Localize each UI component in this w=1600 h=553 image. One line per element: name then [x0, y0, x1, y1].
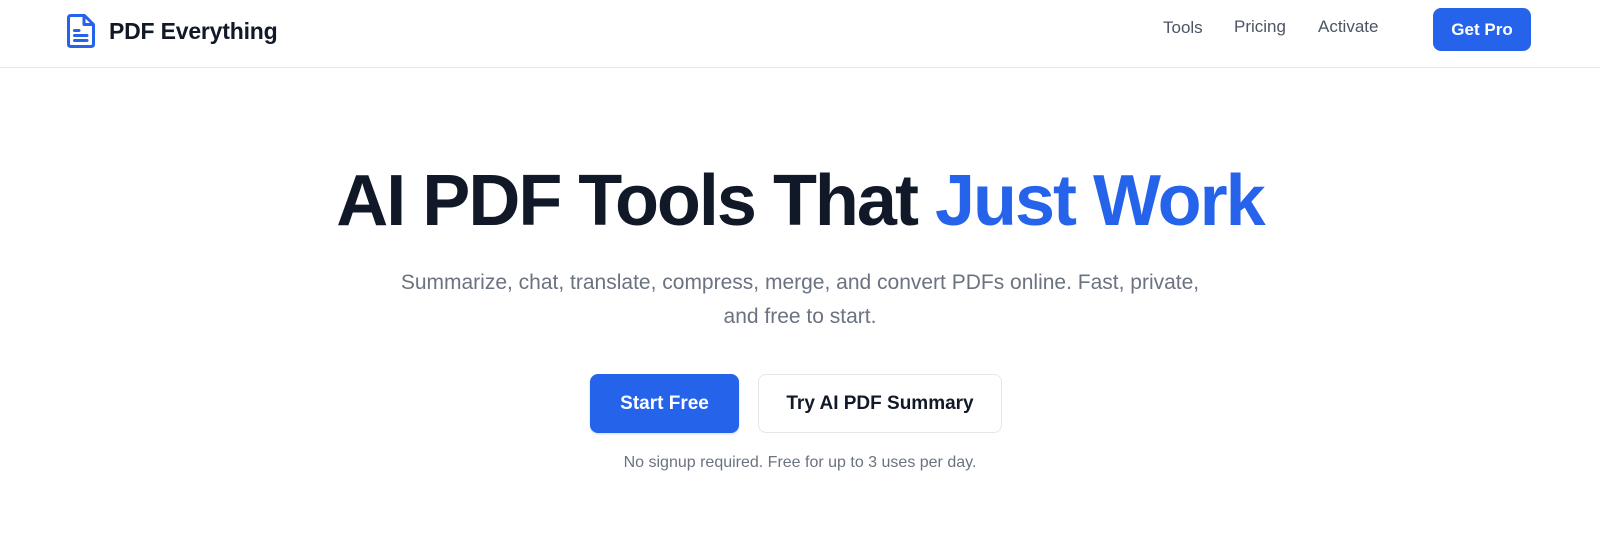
hero-note: No signup required. Free for up to 3 use…: [623, 454, 977, 471]
nav-link-activate[interactable]: Activate: [1318, 17, 1378, 37]
brand-logo-link[interactable]: PDF Everything: [66, 11, 278, 51]
hero-title: AI PDF Tools That Just Work: [0, 160, 1600, 242]
top-navbar: PDF Everything Tools Pricing Activate Ge…: [0, 0, 1600, 68]
hero-title-main: AI PDF Tools That: [336, 161, 935, 241]
hero-subtitle: Summarize, chat, translate, compress, me…: [400, 271, 1200, 328]
get-pro-button[interactable]: Get Pro: [1433, 8, 1531, 51]
document-icon: [66, 13, 96, 49]
start-free-button[interactable]: Start Free: [590, 374, 739, 433]
brand-name: PDF Everything: [109, 17, 278, 44]
try-ai-summary-button[interactable]: Try AI PDF Summary: [758, 374, 1002, 433]
nav-link-pricing[interactable]: Pricing: [1234, 17, 1286, 37]
hero-title-accent: Just Work: [934, 161, 1266, 241]
nav-link-tools[interactable]: Tools: [1163, 18, 1203, 38]
